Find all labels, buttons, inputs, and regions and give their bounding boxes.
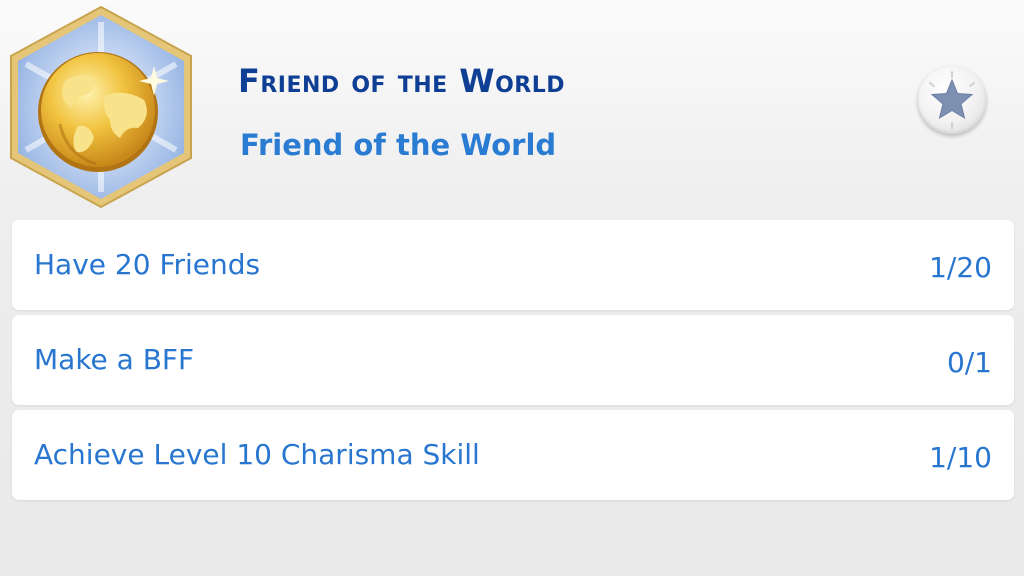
goal-list: Have 20 Friends 1/20 Make a BFF 0/1 Achi… (12, 220, 1014, 505)
goal-label: Achieve Level 10 Charisma Skill (34, 438, 480, 471)
goal-row[interactable]: Achieve Level 10 Charisma Skill 1/10 (12, 410, 1014, 500)
goal-label: Make a BFF (34, 343, 195, 376)
golden-globe-icon (10, 5, 192, 209)
star-icon (929, 71, 975, 129)
goal-label: Have 20 Friends (34, 248, 261, 281)
goal-progress: 1/20 (929, 251, 992, 284)
goal-progress: 0/1 (946, 346, 992, 379)
reward-button[interactable] (918, 66, 986, 134)
goal-row[interactable]: Have 20 Friends 1/20 (12, 220, 1014, 310)
aspiration-header: Friend of the World Friend of the World (0, 0, 1024, 216)
goal-row[interactable]: Make a BFF 0/1 (12, 315, 1014, 405)
page-title: Friend of the World (238, 62, 566, 100)
page-subtitle: Friend of the World (240, 128, 557, 162)
goal-progress: 1/10 (929, 441, 992, 474)
